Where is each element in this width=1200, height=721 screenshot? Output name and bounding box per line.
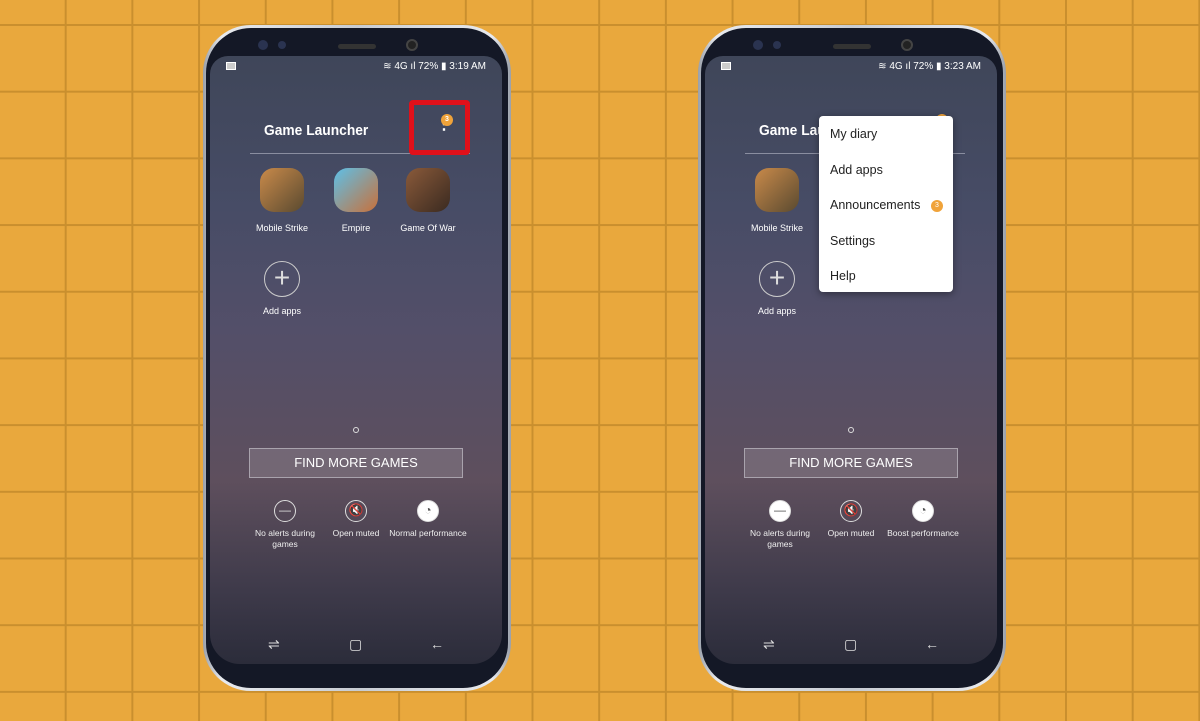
menu-item-label: Settings [830,233,876,248]
minus-circle-icon: — [769,500,791,522]
add-apps-label: Add apps [757,306,797,316]
game-app-icon [334,168,378,212]
menu-item[interactable]: Help [819,262,953,298]
sensor [773,41,781,49]
toggle-option[interactable]: — No alerts during games [245,500,325,550]
front-camera [901,39,913,51]
gauge-icon: ◔ [912,500,934,522]
status-bar: ≋ 4G ıl 72% ▮ 3:19 AM [210,58,502,74]
clock: 3:23 AM [944,61,981,72]
mute-icon: 🔇 [345,500,367,522]
game-item[interactable]: Game Of War [393,168,463,233]
find-more-games-button[interactable]: FIND MORE GAMES [249,448,463,478]
battery-level: 72% [418,61,439,72]
find-more-games-button[interactable]: FIND MORE GAMES [744,448,958,478]
back-icon[interactable]: ← [430,636,444,652]
sensor [258,40,268,50]
game-app-icon [755,168,799,212]
toggle-option[interactable]: 🔇 Open muted [316,500,396,539]
toggle-option[interactable]: ◔ Normal performance [388,500,468,539]
clock: 3:19 AM [449,61,486,72]
game-label: Mobile Strike [750,223,804,233]
game-app-icon [406,168,450,212]
game-label: Mobile Strike [255,223,309,233]
screen: ≋ 4G ıl 72% ▮ 3:23 AM Game Launcher ⋮3Mo… [705,56,997,664]
toggle-option[interactable]: — No alerts during games [740,500,820,550]
menu-item-label: Announcements [830,198,921,212]
menu-item[interactable]: Settings [819,227,953,263]
menu-item-label: Add apps [830,162,883,177]
battery-icon: ▮ [933,61,945,72]
page-title: Game Launcher [264,122,369,139]
status-right: ≋ 4G ıl 72% ▮ 3:19 AM [383,61,486,72]
game-label: Game Of War [400,223,456,233]
phone-bezel: ≋ 4G ıl 72% ▮ 3:23 AM Game Launcher ⋮3Mo… [701,28,1003,688]
screen: ≋ 4G ıl 72% ▮ 3:19 AM Game Launcher ⋮3Mo… [210,56,502,664]
wifi-icon: ≋ [878,61,890,72]
home-button-icon[interactable]: ▢ [844,636,857,653]
home-button-icon[interactable]: ▢ [349,636,362,653]
menu-item[interactable]: Announcements 3 [819,191,953,227]
signal-icon: ıl [407,61,419,72]
phone-1: ≋ 4G ıl 72% ▮ 3:19 AM Game Launcher ⋮3Mo… [203,25,511,691]
menu-item-label: My diary [830,127,878,141]
option-label: No alerts during games [254,528,315,549]
sensor [753,40,763,50]
option-label: Open muted [827,528,875,538]
menu-item[interactable]: My diary [819,120,953,156]
signal-icon: ıl [902,61,914,72]
toggle-option[interactable]: ◔ Boost performance [883,500,963,539]
plus-icon: + [768,262,786,293]
recent-apps-icon[interactable]: ⇌ [268,636,280,653]
menu-item-label: Help [830,269,856,283]
option-label: Normal performance [389,528,467,538]
wifi-icon: ≋ [383,61,395,72]
minus-circle-icon: — [274,500,296,522]
highlight-box [409,100,470,155]
battery-icon: ▮ [438,61,450,72]
front-camera [406,39,418,51]
game-app-icon [260,168,304,212]
option-label: Boost performance [887,528,959,538]
phone-bezel: ≋ 4G ıl 72% ▮ 3:19 AM Game Launcher ⋮3Mo… [206,28,508,688]
add-apps-button[interactable]: + [264,261,300,297]
back-icon[interactable]: ← [925,636,939,652]
game-label: Empire [341,223,371,233]
gallery-notification-icon [226,62,236,70]
sensor [278,41,286,49]
add-apps-label: Add apps [262,306,302,316]
option-label: Open muted [332,528,380,538]
earpiece [338,44,376,49]
game-item[interactable]: Empire [321,168,391,233]
plus-icon: + [273,262,291,293]
network-type: 4G [394,61,408,72]
gallery-notification-icon [721,62,731,70]
menu-item[interactable]: Add apps [819,156,953,192]
toggle-option[interactable]: 🔇 Open muted [811,500,891,539]
gauge-icon: ◔ [417,500,439,522]
network-type: 4G [889,61,903,72]
page-indicator [848,427,854,433]
status-bar: ≋ 4G ıl 72% ▮ 3:23 AM [705,58,997,74]
add-apps-button[interactable]: + [759,261,795,297]
option-label: No alerts during games [749,528,810,549]
battery-level: 72% [913,61,934,72]
status-right: ≋ 4G ıl 72% ▮ 3:23 AM [878,61,981,72]
recent-apps-icon[interactable]: ⇌ [763,636,775,653]
overflow-menu: My diary Add apps Announcements 3 Settings He… [819,116,953,292]
game-item[interactable]: Mobile Strike [742,168,812,233]
earpiece [833,44,871,49]
game-item[interactable]: Mobile Strike [247,168,317,233]
page-indicator [353,427,359,433]
menu-badge: 3 [931,200,943,212]
mute-icon: 🔇 [840,500,862,522]
phone-2: ≋ 4G ıl 72% ▮ 3:23 AM Game Launcher ⋮3Mo… [698,25,1006,691]
